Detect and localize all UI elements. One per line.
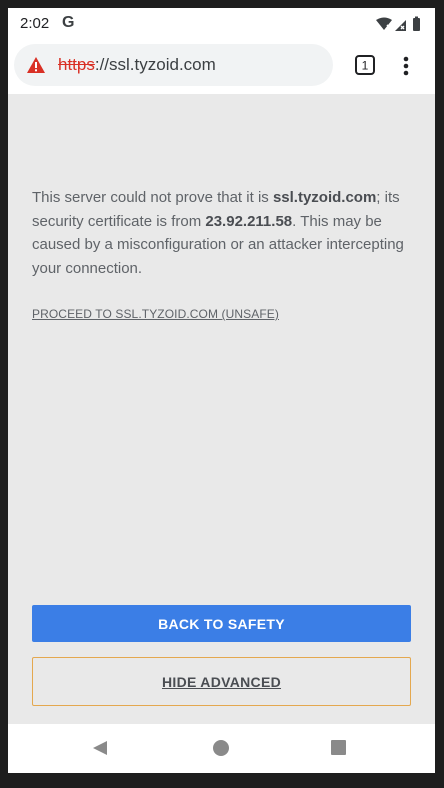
message-text: This server could not prove that it is <box>32 189 273 206</box>
interstitial-content: This server could not prove that it is s… <box>8 94 435 724</box>
browser-toolbar: https://ssl.tyzoid.com 1 <box>8 38 435 94</box>
message-domain: ssl.tyzoid.com <box>272 189 377 206</box>
wifi-icon <box>376 17 392 30</box>
navigation-bar <box>8 724 435 773</box>
google-icon: G <box>62 14 75 31</box>
home-icon[interactable] <box>213 740 229 756</box>
back-icon[interactable] <box>92 740 108 756</box>
signal-icon <box>395 20 406 31</box>
status-time: 2:02 <box>20 15 50 32</box>
recents-icon[interactable] <box>331 740 346 755</box>
phone-screen: 2:02 G https://ssl.tyzoid.com 1 This ser… <box>8 8 435 773</box>
proceed-unsafe-link[interactable]: PROCEED TO SSL.TYZOID.COM (UNSAFE) <box>32 307 279 321</box>
status-icons <box>376 16 420 31</box>
address-bar[interactable]: https://ssl.tyzoid.com <box>14 44 333 86</box>
url-scheme: https <box>58 55 95 74</box>
url-host: ://ssl.tyzoid.com <box>94 55 216 74</box>
url-text[interactable]: https://ssl.tyzoid.com <box>58 55 216 75</box>
message-issuer: 23.92.211.58 <box>205 212 293 230</box>
tab-switcher-button[interactable]: 1 <box>353 53 377 77</box>
hide-advanced-button[interactable]: HIDE ADVANCED <box>32 657 411 706</box>
warning-icon[interactable] <box>26 56 46 74</box>
more-vert-icon[interactable] <box>392 52 420 80</box>
status-bar: 2:02 G <box>8 8 435 38</box>
back-to-safety-button[interactable]: BACK TO SAFETY <box>32 605 411 642</box>
tab-count: 1 <box>362 59 369 73</box>
error-message: This server could not prove that it is s… <box>32 186 422 280</box>
battery-icon <box>413 16 420 31</box>
